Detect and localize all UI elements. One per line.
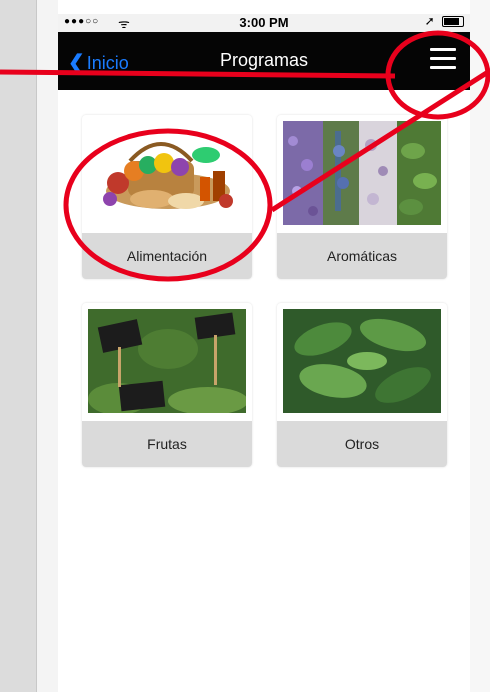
program-label: Alimentación bbox=[82, 233, 252, 279]
program-card-otros[interactable]: Otros bbox=[277, 303, 447, 467]
program-label: Aromáticas bbox=[277, 233, 447, 279]
herb-signs-image bbox=[88, 309, 246, 413]
program-card-frutas[interactable]: Frutas bbox=[82, 303, 252, 467]
program-label: Otros bbox=[277, 421, 447, 467]
left-gutter bbox=[0, 0, 37, 692]
program-card-alimentacion[interactable]: Alimentación bbox=[82, 115, 252, 279]
phone-screen: ●●●○○ ᯤ 3:00 PM ➚ ❮ Inicio Programas Ali… bbox=[58, 0, 470, 692]
location-arrow-icon: ➚ bbox=[424, 14, 435, 28]
hamburger-menu-icon[interactable] bbox=[430, 48, 456, 72]
herbs-collage-image bbox=[283, 121, 441, 225]
status-bar: ●●●○○ ᯤ 3:00 PM ➚ bbox=[58, 14, 470, 32]
battery-icon bbox=[442, 16, 464, 28]
leaves-image bbox=[283, 309, 441, 413]
program-label: Frutas bbox=[82, 421, 252, 467]
status-time: 3:00 PM bbox=[239, 15, 289, 30]
page-title: Programas bbox=[219, 50, 309, 70]
food-basket-image bbox=[88, 121, 246, 225]
status-right: ➚ bbox=[425, 14, 464, 28]
navbar: ❮ Inicio Programas bbox=[58, 32, 470, 90]
program-card-aromaticas[interactable]: Aromáticas bbox=[277, 115, 447, 279]
